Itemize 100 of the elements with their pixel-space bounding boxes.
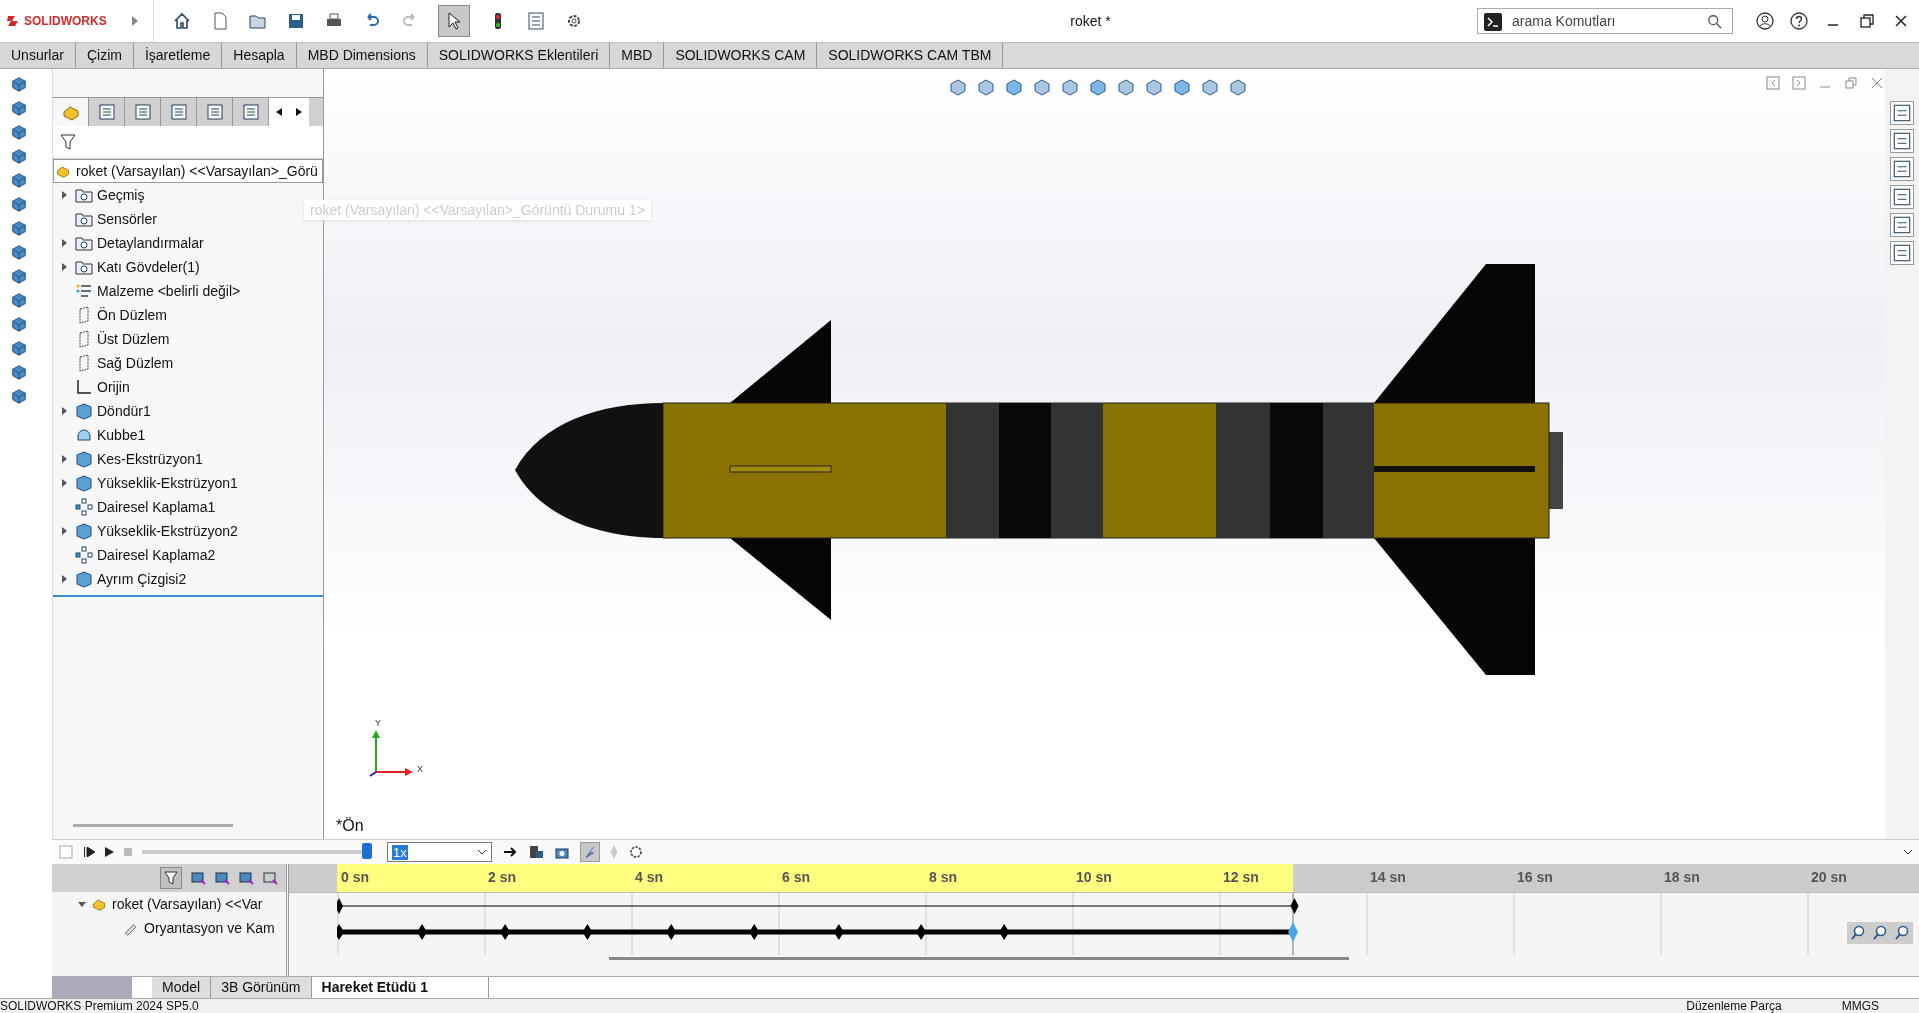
expand-arrow-icon[interactable] (61, 263, 67, 271)
autokey-button[interactable] (580, 842, 600, 863)
tree-item[interactable]: Malzeme <belirli değil> (97, 283, 241, 299)
play-from-start-icon[interactable] (84, 847, 95, 858)
view-tool-icon[interactable] (1172, 77, 1192, 97)
feature-tool-icon[interactable] (10, 99, 28, 117)
task-pane-tab[interactable] (1890, 213, 1914, 237)
expand-arrow-icon[interactable] (61, 455, 67, 463)
feature-tool-icon[interactable] (10, 123, 28, 141)
feature-tool-icon[interactable] (10, 363, 28, 381)
tree-item[interactable]: Yükseklik-Ekstrüzyon2 (97, 523, 238, 539)
view-tool-icon[interactable] (1200, 77, 1220, 97)
filter-option-icon[interactable] (262, 870, 278, 887)
solid-body-icon (75, 522, 93, 540)
expand-menu-icon[interactable] (131, 16, 139, 26)
expand-arrow-icon[interactable] (61, 407, 67, 415)
task-pane-tab[interactable] (1890, 241, 1914, 265)
settings-icon[interactable] (628, 844, 644, 861)
film-save-icon[interactable] (528, 844, 544, 861)
terminal-icon[interactable] (1484, 13, 1502, 31)
document-tab[interactable]: Model (152, 977, 212, 999)
task-pane-tab[interactable] (1890, 157, 1914, 181)
view-tool-icon[interactable] (1228, 77, 1248, 97)
folder-icon (75, 234, 93, 252)
filter-button[interactable] (160, 867, 182, 890)
view-tool-icon[interactable] (1060, 77, 1080, 97)
search-icon[interactable] (1707, 14, 1723, 30)
zoom-icon[interactable] (1872, 925, 1888, 942)
expand-arrow-icon[interactable] (61, 191, 67, 199)
zoom-icon[interactable] (1894, 925, 1910, 942)
filter-option-icon[interactable] (214, 870, 230, 887)
view-tool-icon[interactable] (948, 77, 968, 97)
scrollbar[interactable] (73, 824, 233, 828)
panel-tab[interactable] (53, 98, 89, 126)
tile-right-icon[interactable] (1791, 75, 1807, 91)
feature-tool-icon[interactable] (10, 315, 28, 333)
tile-left-icon[interactable] (1765, 75, 1781, 91)
feature-tool-icon[interactable] (10, 267, 28, 285)
tree-item[interactable]: Ayrım Çizgisi2 (97, 571, 187, 587)
view-tool-icon[interactable] (1004, 77, 1024, 97)
view-tool-icon[interactable] (976, 77, 996, 97)
list-icon[interactable] (526, 11, 546, 31)
feature-tool-icon[interactable] (10, 75, 28, 93)
tree-item[interactable]: Dairesel Kaplama1 (97, 499, 216, 515)
scrollbar[interactable] (609, 957, 1349, 961)
solid-body-icon (75, 570, 93, 588)
feature-tool-icon[interactable] (10, 195, 28, 213)
tree-item[interactable]: Üst Düzlem (97, 331, 170, 347)
expand-arrow-icon[interactable] (61, 527, 67, 535)
tree-item[interactable]: Yükseklik-Ekstrüzyon1 (97, 475, 238, 491)
tree-item[interactable]: Sağ Düzlem (97, 355, 174, 371)
tree-item[interactable]: Sensörler (97, 211, 157, 227)
tree-item[interactable]: Dairesel Kaplama2 (97, 547, 216, 563)
tree-item[interactable]: Orijin (97, 379, 130, 395)
study-tree-item[interactable]: Oryantasyon ve Kam (144, 920, 275, 937)
help-icon[interactable] (1789, 11, 1809, 31)
time-label: 10 sn (1076, 869, 1112, 886)
select-button[interactable] (438, 5, 470, 37)
view-tool-icon[interactable] (1116, 77, 1136, 97)
folder-icon (75, 210, 93, 228)
tree-item[interactable]: Geçmiş (97, 187, 145, 203)
expand-arrow-icon[interactable] (61, 575, 67, 583)
collapse-icon[interactable] (1903, 849, 1913, 856)
tree-item[interactable]: Detaylandırmalar (97, 235, 204, 251)
play-icon[interactable] (105, 847, 114, 858)
view-tool-icon[interactable] (1088, 77, 1108, 97)
user-icon[interactable] (1755, 11, 1775, 31)
tree-item[interactable]: Katı Gövdeler(1) (97, 259, 200, 275)
save-icon[interactable] (286, 11, 306, 31)
search-field[interactable]: arama Komutları (1477, 8, 1733, 34)
restore-icon[interactable] (1857, 11, 1877, 31)
feature-tool-icon[interactable] (10, 243, 28, 261)
view-tool-icon[interactable] (1144, 77, 1164, 97)
task-pane-tab[interactable] (1890, 185, 1914, 209)
expand-arrow-icon[interactable] (61, 239, 67, 247)
view-tool-icon[interactable] (1032, 77, 1052, 97)
filter-option-icon[interactable] (238, 870, 254, 887)
task-pane-tab[interactable] (1890, 129, 1914, 153)
feature-tool-icon[interactable] (10, 387, 28, 405)
feature-tool-icon[interactable] (10, 171, 28, 189)
feature-tool-icon[interactable] (10, 339, 28, 357)
feature-tool-icon[interactable] (10, 219, 28, 237)
tree-item[interactable]: Ön Düzlem (97, 307, 168, 323)
slider-thumb[interactable] (362, 843, 372, 860)
home-icon[interactable] (172, 11, 192, 31)
expand-arrow-icon[interactable] (78, 901, 86, 907)
tree-item[interactable]: Döndür1 (97, 403, 151, 419)
expand-arrow-icon[interactable] (61, 479, 67, 487)
task-pane-tab[interactable] (1890, 101, 1914, 125)
feature-tool-icon[interactable] (10, 147, 28, 165)
units-selector[interactable]: MMGS (1841, 999, 1879, 1013)
filter-icon[interactable] (59, 133, 77, 151)
speed-dropdown[interactable]: 1x (387, 842, 492, 863)
study-tree-item[interactable]: roket (Varsayılan) <<Var (112, 896, 263, 913)
document-tab[interactable]: 3B Görünüm (211, 977, 312, 999)
filter-option-icon[interactable] (190, 870, 206, 887)
tree-item[interactable]: Kes-Ekstrüzyon1 (97, 451, 203, 467)
zoom-icon[interactable] (1850, 925, 1866, 942)
tree-item[interactable]: Kubbe1 (97, 427, 146, 443)
feature-tool-icon[interactable] (10, 291, 28, 309)
